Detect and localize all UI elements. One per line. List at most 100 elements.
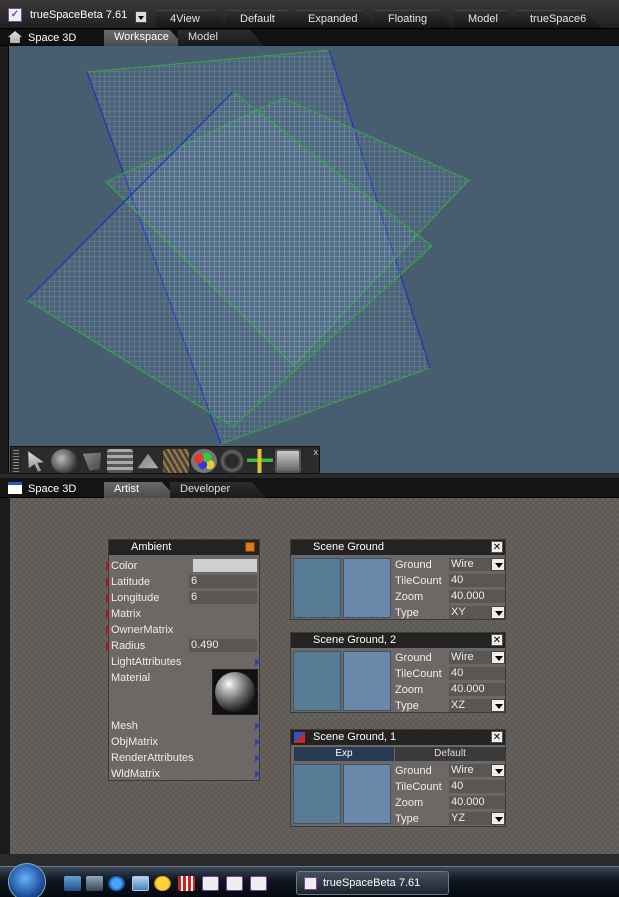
type-dropdown-button[interactable]: [491, 812, 505, 825]
material-palette-icon[interactable]: [191, 449, 217, 473]
zoom-field[interactable]: 40.000: [449, 590, 505, 603]
scene-ground-1-row-tilecount[interactable]: TileCount 40: [393, 779, 505, 795]
workspace-tab-model[interactable]: Model: [454, 10, 524, 28]
type-label: Type: [395, 607, 419, 619]
scene-ground-2-row-tilecount[interactable]: TileCount 40: [393, 666, 505, 682]
ambient-panel-title: Ambient: [131, 541, 172, 553]
prop-name-renderattributes: RenderAttributes: [111, 752, 194, 764]
truespace-launch-icon-1[interactable]: [202, 876, 219, 891]
space3d-bottom-label: Space 3D: [8, 482, 76, 495]
quick-launch-app-icon[interactable]: [132, 876, 149, 891]
workspace-tab-default[interactable]: Default: [226, 10, 304, 28]
prop-row-color[interactable]: Color: [106, 558, 259, 574]
add-light-icon[interactable]: [247, 449, 273, 473]
rotate-object-icon[interactable]: [51, 449, 77, 473]
scene-ground-row-ground[interactable]: Ground Wire: [393, 557, 505, 573]
workspace-tab-truespace6[interactable]: trueSpace6: [516, 10, 602, 28]
taskbar-window-button[interactable]: trueSpaceBeta 7.61: [296, 871, 449, 895]
workspace-tab-floating[interactable]: Floating: [374, 10, 454, 28]
paint-icon[interactable]: [137, 453, 159, 469]
longitude-field[interactable]: 6: [189, 591, 257, 604]
scene-ground-2-row-type[interactable]: Type XZ: [393, 698, 505, 714]
show-desktop-icon[interactable]: [64, 876, 81, 891]
scene-ground-2-close-button[interactable]: ✕: [491, 634, 503, 646]
scene-ground-2-header[interactable]: Scene Ground, 2 ✕: [291, 633, 505, 648]
prop-row-ownermatrix[interactable]: OwnerMatrix: [106, 622, 259, 638]
switch-windows-icon[interactable]: [86, 876, 103, 891]
scene-ground-header[interactable]: Scene Ground ✕: [291, 540, 505, 555]
ground-dropdown-button[interactable]: [491, 651, 505, 664]
prop-row-objmatrix[interactable]: ObjMatrix: [109, 734, 260, 750]
radius-field[interactable]: 0.490: [189, 639, 257, 652]
grid-icon[interactable]: [163, 449, 189, 473]
prop-row-radius[interactable]: Radius 0.490: [106, 638, 259, 654]
truespace-launch-icon-3[interactable]: [250, 876, 267, 891]
ground-dropdown-button[interactable]: [491, 764, 505, 777]
tilecount-field[interactable]: 40: [449, 780, 505, 793]
prop-row-matrix[interactable]: Matrix: [106, 606, 259, 622]
scene-ground-1-panel[interactable]: Scene Ground, 1 ✕ Exp Default Ground Wire…: [290, 729, 506, 827]
ground-dropdown-button[interactable]: [491, 558, 505, 571]
window-icon: [8, 482, 22, 494]
tab-artist[interactable]: Artist: [104, 482, 176, 498]
primitive-cube-icon[interactable]: [82, 452, 102, 471]
tab-model[interactable]: Model: [178, 30, 264, 46]
prop-name-matrix: Matrix: [111, 608, 141, 620]
input-port-longitude: [106, 594, 109, 602]
scene-ground-1-row-type[interactable]: Type YZ: [393, 811, 505, 827]
torus-icon[interactable]: [219, 449, 245, 473]
latitude-field[interactable]: 6: [189, 575, 257, 588]
toolbar-close-button[interactable]: x: [314, 447, 319, 457]
scene-ground-2-row-ground[interactable]: Ground Wire: [393, 650, 505, 666]
prop-row-wldmatrix[interactable]: WldMatrix: [109, 766, 260, 782]
ambient-panel-expand-button[interactable]: [245, 542, 255, 552]
tab-workspace[interactable]: Workspace: [104, 30, 184, 46]
scene-ground-panel[interactable]: Scene Ground ✕ Ground Wire TileCount 40 Zo…: [290, 539, 506, 620]
start-button[interactable]: [8, 863, 46, 897]
prop-row-mesh[interactable]: Mesh: [109, 718, 260, 734]
prop-row-renderattributes[interactable]: RenderAttributes: [109, 750, 260, 766]
zoom-field[interactable]: 40.000: [449, 683, 505, 696]
select-arrow-icon[interactable]: [28, 451, 44, 472]
zoom-field[interactable]: 40.000: [449, 796, 505, 809]
material-preview[interactable]: [212, 669, 258, 715]
zoom-label: Zoom: [395, 684, 424, 696]
scene-ground-close-button[interactable]: ✕: [491, 541, 503, 553]
ambient-panel-header[interactable]: Ambient: [109, 540, 259, 555]
input-port-latitude: [106, 578, 109, 586]
viewport-3d[interactable]: [8, 46, 619, 473]
workspace-tab-expanded[interactable]: Expanded: [294, 10, 378, 28]
layers-icon[interactable]: [107, 449, 133, 473]
scene-ground-row-tilecount[interactable]: TileCount 40: [393, 573, 505, 589]
tilecount-field[interactable]: 40: [449, 667, 505, 680]
calculator-icon[interactable]: [178, 876, 195, 891]
ambient-panel[interactable]: Ambient Color Latitude 6 Longitude 6 Matri…: [106, 539, 260, 782]
scene-ground-2-panel[interactable]: Scene Ground, 2 ✕ Ground Wire TileCount 40…: [290, 632, 506, 713]
zoom-label: Zoom: [395, 591, 424, 603]
scene-ground-1-header[interactable]: Scene Ground, 1 ✕: [291, 730, 505, 745]
scene-ground-1-close-button[interactable]: ✕: [491, 731, 503, 743]
subtab-exp[interactable]: Exp: [294, 747, 394, 761]
messenger-smiley-icon[interactable]: [154, 876, 171, 891]
internet-explorer-icon[interactable]: [108, 876, 125, 891]
workspace-tab-4view[interactable]: 4View: [156, 10, 230, 28]
tilecount-field[interactable]: 40: [449, 574, 505, 587]
panel-icon[interactable]: [275, 449, 301, 473]
scene-ground-row-zoom[interactable]: Zoom 40.000: [393, 589, 505, 605]
scene-ground-2-row-zoom[interactable]: Zoom 40.000: [393, 682, 505, 698]
color-swatch[interactable]: [193, 559, 257, 572]
truespace-launch-icon-2[interactable]: [226, 876, 243, 891]
scene-ground-row-type[interactable]: Type XY: [393, 605, 505, 621]
scene-ground-1-row-ground[interactable]: Ground Wire: [393, 763, 505, 779]
prop-row-lightattributes[interactable]: LightAttributes: [109, 654, 260, 670]
scene-ground-1-row-zoom[interactable]: Zoom 40.000: [393, 795, 505, 811]
prop-row-latitude[interactable]: Latitude 6: [106, 574, 259, 590]
prop-row-longitude[interactable]: Longitude 6: [106, 590, 259, 606]
toolbar-grip[interactable]: [13, 450, 19, 472]
type-dropdown-button[interactable]: [491, 699, 505, 712]
tab-developer[interactable]: Developer: [170, 482, 266, 498]
type-dropdown-button[interactable]: [491, 606, 505, 619]
layout-dropdown-button[interactable]: [135, 11, 147, 23]
subtab-default[interactable]: Default: [395, 747, 505, 761]
windows-taskbar: trueSpaceBeta 7.61: [0, 863, 619, 897]
